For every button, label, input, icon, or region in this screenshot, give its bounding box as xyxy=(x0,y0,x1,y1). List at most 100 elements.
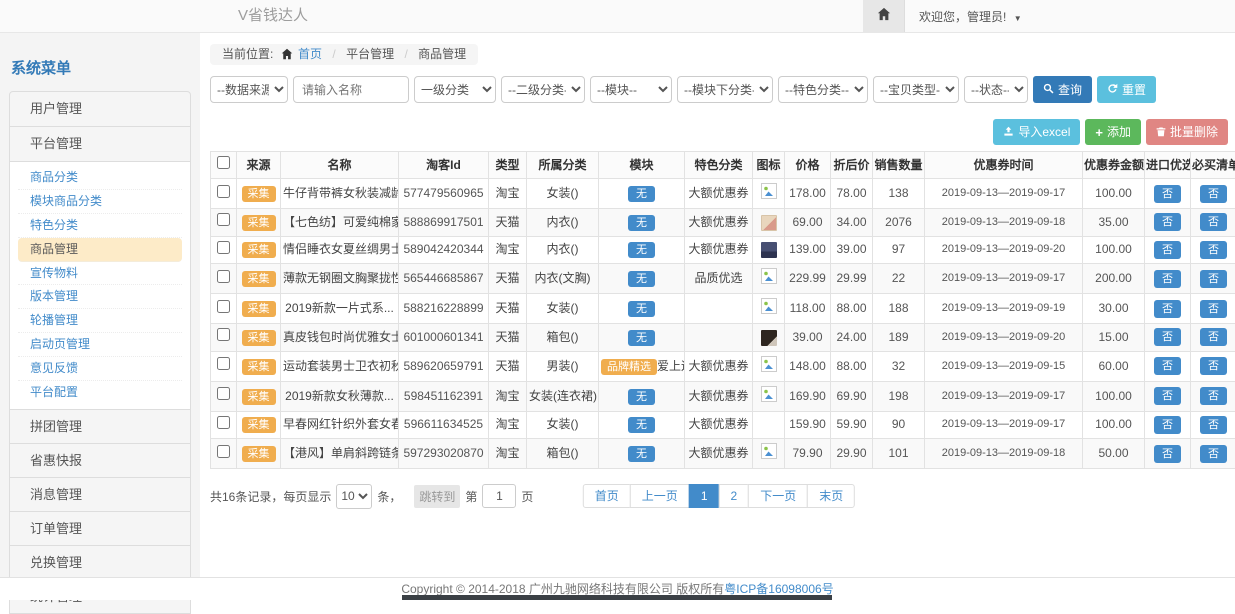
must-buy-toggle[interactable]: 否 xyxy=(1200,300,1227,318)
sidebar-section[interactable]: 省惠快报 xyxy=(9,443,191,478)
page-prefix: 第 xyxy=(465,488,477,505)
welcome-text: 欢迎您，管理员! xyxy=(919,10,1006,24)
sidebar-section-users[interactable]: 用户管理 xyxy=(9,91,191,127)
filter-select-level2-category[interactable]: --二级分类-- xyxy=(501,76,585,103)
must-buy-toggle[interactable]: 否 xyxy=(1200,185,1227,203)
import-optimal-cell: 否 xyxy=(1145,411,1191,439)
sidebar-item-link[interactable]: 平台配置 xyxy=(18,381,182,405)
sidebar-item-link[interactable]: 版本管理 xyxy=(18,285,182,309)
per-page-select[interactable]: 10 xyxy=(336,484,372,509)
user-menu[interactable]: 欢迎您，管理员! ▼ xyxy=(919,8,1022,25)
filter-select-module-subcategory[interactable]: --模块下分类-- xyxy=(677,76,773,103)
sidebar-item-link[interactable]: 意见反馈 xyxy=(18,357,182,381)
sidebar-section[interactable]: 拼团管理 xyxy=(9,409,191,444)
table-row: 采集薄款无钢圈文胸聚拢性...565446685867天猫内衣(文胸)无品质优选… xyxy=(211,264,1235,294)
product-thumbnail xyxy=(761,215,777,231)
source-badge: 采集 xyxy=(242,215,276,231)
row-select-cell xyxy=(211,324,237,352)
import-optimal-toggle[interactable]: 否 xyxy=(1154,328,1181,346)
import-optimal-toggle[interactable]: 否 xyxy=(1154,270,1181,288)
row-checkbox[interactable] xyxy=(217,357,230,370)
pagination-page-1[interactable]: 1 xyxy=(689,484,720,508)
must-buy-toggle[interactable]: 否 xyxy=(1200,357,1227,375)
price-cell: 169.90 xyxy=(785,381,831,411)
sidebar-item-link[interactable]: 特色分类 xyxy=(18,214,182,238)
must-buy-toggle[interactable]: 否 xyxy=(1200,213,1227,231)
must-buy-toggle[interactable]: 否 xyxy=(1200,270,1227,288)
category-cell: 内衣() xyxy=(527,236,599,264)
pagination-last[interactable]: 末页 xyxy=(807,484,855,508)
sidebar-section[interactable]: 订单管理 xyxy=(9,511,191,546)
row-checkbox[interactable] xyxy=(217,241,230,254)
import-excel-label: 导入excel xyxy=(1018,126,1070,138)
table-actions: 导入excel + 添加 批量删除 xyxy=(210,119,1228,145)
import-excel-button[interactable]: 导入excel xyxy=(993,119,1080,145)
product-name-cell: 【港风】单肩斜跨链条... xyxy=(281,439,399,469)
import-optimal-toggle[interactable]: 否 xyxy=(1154,416,1181,434)
import-optimal-cell: 否 xyxy=(1145,294,1191,324)
must-buy-toggle[interactable]: 否 xyxy=(1200,241,1227,259)
module-none-badge: 无 xyxy=(628,186,655,202)
taoke-id-cell: 596611634525 xyxy=(399,411,489,439)
must-buy-toggle[interactable]: 否 xyxy=(1200,387,1227,405)
sidebar-section[interactable]: 兑换管理 xyxy=(9,545,191,580)
import-optimal-toggle[interactable]: 否 xyxy=(1154,300,1181,318)
search-button[interactable]: 查询 xyxy=(1033,76,1092,103)
must-buy-toggle[interactable]: 否 xyxy=(1200,416,1227,434)
sidebar-item-link[interactable]: 宣传物料 xyxy=(18,262,182,286)
must-buy-toggle[interactable]: 否 xyxy=(1200,328,1227,346)
row-checkbox[interactable] xyxy=(217,387,230,400)
row-checkbox[interactable] xyxy=(217,416,230,429)
row-checkbox[interactable] xyxy=(217,213,230,226)
row-checkbox[interactable] xyxy=(217,445,230,458)
row-checkbox[interactable] xyxy=(217,270,230,283)
must-buy-toggle[interactable]: 否 xyxy=(1200,445,1227,463)
icon-cell xyxy=(753,294,785,324)
sidebar-item-link[interactable]: 启动页管理 xyxy=(18,333,182,357)
import-optimal-toggle[interactable]: 否 xyxy=(1154,241,1181,259)
add-button[interactable]: + 添加 xyxy=(1085,119,1141,145)
import-optimal-toggle[interactable]: 否 xyxy=(1154,185,1181,203)
pagination-page-2[interactable]: 2 xyxy=(719,484,750,508)
filter-select-module[interactable]: --模块-- xyxy=(590,76,672,103)
must-buy-cell: 否 xyxy=(1191,209,1235,237)
filter-select-item-type[interactable]: --宝贝类型-- xyxy=(873,76,959,103)
records-summary-suffix: 条， xyxy=(377,488,401,505)
filter-select-level1-category[interactable]: 一级分类 xyxy=(414,76,496,103)
pagination-first[interactable]: 首页 xyxy=(583,484,631,508)
icp-link[interactable]: 粤ICP备16098006号 xyxy=(724,582,833,596)
trash-icon xyxy=(1156,126,1166,139)
upload-icon xyxy=(1003,126,1014,139)
sidebar-item-link[interactable]: 商品分类 xyxy=(18,166,182,190)
sidebar-item-link[interactable]: 轮播管理 xyxy=(18,309,182,333)
row-select-cell xyxy=(211,351,237,381)
select-all-checkbox[interactable] xyxy=(217,156,230,169)
must-buy-cell: 否 xyxy=(1191,264,1235,294)
sidebar-item-goods-manage-active[interactable]: 商品管理 xyxy=(18,238,182,262)
sidebar-item-link[interactable]: 模块商品分类 xyxy=(18,190,182,214)
breadcrumb-home-link[interactable]: 首页 xyxy=(298,47,322,61)
row-checkbox[interactable] xyxy=(217,185,230,198)
sidebar-section-platform[interactable]: 平台管理 xyxy=(9,126,191,162)
import-optimal-toggle[interactable]: 否 xyxy=(1154,213,1181,231)
module-brand-badge: 品牌精选 xyxy=(601,359,657,375)
name-search-input[interactable] xyxy=(293,76,409,103)
must-buy-cell: 否 xyxy=(1191,411,1235,439)
filter-select-data-source[interactable]: --数据来源-- xyxy=(210,76,288,103)
filter-select-status[interactable]: --状态-- xyxy=(964,76,1028,103)
sidebar-section[interactable]: 消息管理 xyxy=(9,477,191,512)
row-checkbox[interactable] xyxy=(217,328,230,341)
filter-select-feature-category[interactable]: --特色分类-- xyxy=(778,76,868,103)
coupon-time-cell: 2019-09-13—2019-09-20 xyxy=(925,324,1083,352)
home-button[interactable] xyxy=(863,0,905,32)
row-checkbox[interactable] xyxy=(217,300,230,313)
batch-delete-button[interactable]: 批量删除 xyxy=(1146,119,1228,145)
pagination-next[interactable]: 下一页 xyxy=(748,484,808,508)
page-number-input[interactable] xyxy=(482,484,516,508)
source-cell: 采集 xyxy=(237,264,281,294)
import-optimal-toggle[interactable]: 否 xyxy=(1154,445,1181,463)
import-optimal-toggle[interactable]: 否 xyxy=(1154,387,1181,405)
pagination-prev[interactable]: 上一页 xyxy=(630,484,690,508)
import-optimal-toggle[interactable]: 否 xyxy=(1154,357,1181,375)
reset-button[interactable]: 重置 xyxy=(1097,76,1156,103)
